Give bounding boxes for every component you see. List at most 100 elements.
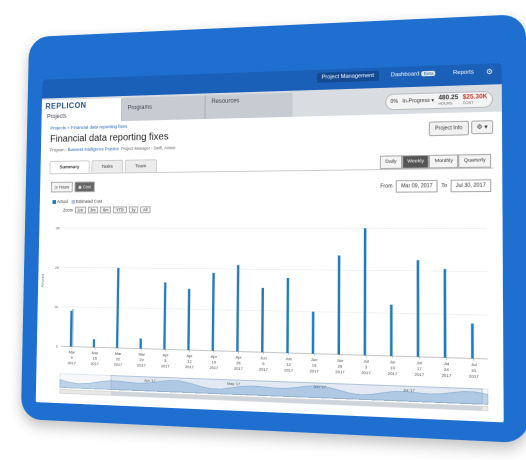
x-tick-label: 2017 [388,372,398,377]
x-tick-label: Mar [69,350,76,354]
gridline [62,267,487,271]
x-tick-label: 2017 [91,362,99,366]
navigator-label: Jun '17 [313,385,326,390]
x-tick-label: 5 [262,362,264,366]
actual-bar [186,289,191,350]
navigator-label: Jul '17 [403,388,415,393]
x-tick-label: 12 [286,363,291,367]
x-tick-label: 2017 [361,371,370,376]
x-tick-label: 12 [187,359,191,363]
x-tick-label: 2017 [161,364,170,368]
x-tick-label: Jul [363,359,369,364]
tab-programs-label: Programs [127,104,153,112]
y-tick-label: 2K [55,266,60,270]
x-tick-label: Mar [115,352,122,356]
status-dropdown[interactable]: In-Progress ▾ [402,98,434,105]
x-tick-label: 2017 [234,367,243,372]
x-axis-line [61,346,488,359]
cost-bar-chart: Amount01K2K3KMar92017Mar152017Mar222017M… [41,227,504,422]
actual-bar [211,272,215,351]
actual-bar [163,282,167,350]
x-tick-label: Apr [235,355,242,359]
nav-reports[interactable]: Reports [448,67,480,78]
navigator-label: May '17 [227,382,240,387]
navigator-label: Apr '17 [144,379,155,384]
monitor-bezel: Project Management Dashboard Beta Reports… [20,13,526,444]
x-tick-label: Jun [311,358,318,363]
actual-bar [139,338,142,349]
x-tick-label: Jun [285,357,292,362]
cost-label: COST [462,100,474,106]
x-tick-label: Apr [162,353,169,357]
x-tick-label: 3 [365,365,367,369]
actual-bar [286,277,290,354]
x-tick-label: 2017 [68,361,76,365]
replicon-logo: REPLICON [45,100,87,111]
x-tick-label: 22 [116,357,120,361]
x-tick-label: Apr [211,355,218,359]
x-tick-label: 31 [471,368,476,373]
x-tick-label: 2017 [114,363,122,367]
x-tick-label: 2017 [469,374,479,379]
x-tick-label: Jul [444,362,450,367]
actual-bar [363,228,367,356]
actual-bar [236,264,240,352]
tab-projects-label: Projects [46,113,67,121]
x-tick-label: Mar [92,351,99,355]
x-tick-label: 2017 [335,370,344,375]
nav-dashboard[interactable]: Dashboard Beta [386,68,442,80]
y-axis-title: Amount [41,273,45,287]
x-tick-label: 26 [338,364,343,369]
x-tick-label: 17 [417,367,422,372]
gridline [61,307,487,315]
x-tick-label: 26 [236,361,240,365]
tab-resources[interactable]: Resources [205,92,293,120]
top-nav: Project Management Dashboard Beta Reports… [316,67,493,83]
actual-bar [389,304,393,357]
y-tick-label: 1K [54,305,59,309]
x-tick-label: 2017 [259,367,268,372]
y-tick-label: 3K [56,227,61,231]
x-tick-label: Jun [337,358,344,363]
project-content: Projects » Financial data reporting fixe… [35,111,504,423]
x-tick-label: 2017 [310,369,319,374]
hours-summary: 480.25 HOURS [438,95,458,106]
actual-bar [311,311,315,354]
hours-label: HOURS [438,101,453,106]
project-status-box: 0% In-Progress ▾ 480.25 HOURS $25.30K COST [385,90,494,111]
x-tick-label: 2017 [284,368,293,373]
x-tick-label: Apr [186,354,193,358]
x-tick-label: 2017 [442,373,452,378]
tab-programs[interactable]: Programs [121,95,206,122]
status-state: In-Progress [402,97,430,105]
x-tick-label: 2017 [185,365,194,369]
nav-project-management[interactable]: Project Management [316,70,380,83]
app-window-mockup: Project Management Dashboard Beta Reports… [0,0,526,460]
x-tick-label: 15 [93,356,97,360]
x-tick-label: Mar [138,352,145,356]
x-tick-label: Jul [417,361,423,366]
nav-dashboard-label: Dashboard [390,71,420,79]
actual-bar [471,323,474,359]
x-tick-label: 29 [139,358,143,362]
x-tick-label: Jun [260,356,267,360]
beta-badge: Beta [421,70,436,77]
x-tick-label: 5 [164,359,166,363]
actual-bar [337,255,341,355]
actual-bar [416,260,420,357]
x-tick-label: 19 [212,360,216,364]
actual-bar [92,339,96,348]
x-tick-label: 19 [312,363,317,367]
y-tick-label: 0 [56,345,58,349]
x-tick-label: 2017 [137,363,146,367]
settings-gear-icon[interactable]: ⚙ [486,68,493,77]
actual-bar [261,287,264,353]
status-percent: 0% [390,98,399,106]
x-tick-label: 2017 [415,373,425,378]
screen: Project Management Dashboard Beta Reports… [35,63,504,423]
actual-bar [443,269,447,358]
x-tick-label: Jul [390,360,396,365]
x-tick-label: 10 [390,366,395,371]
x-tick-label: 24 [444,368,450,373]
tab-resources-label: Resources [211,98,240,106]
